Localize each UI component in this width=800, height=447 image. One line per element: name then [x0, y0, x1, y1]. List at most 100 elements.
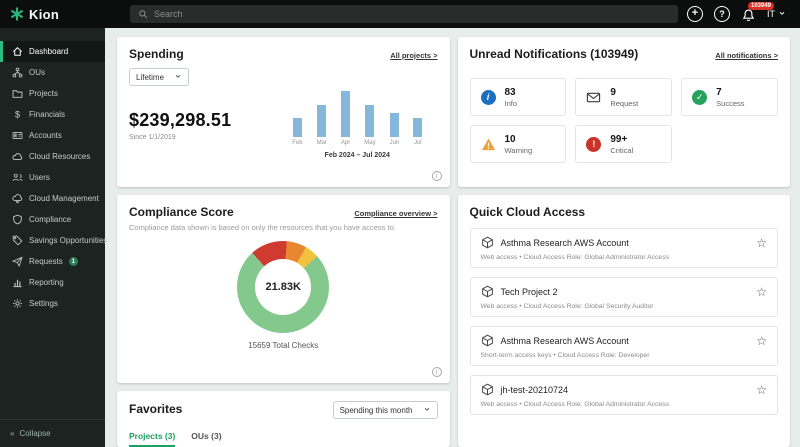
compliance-title: Compliance Score — [129, 205, 234, 219]
sidebar-item-label: Savings Opportunities — [29, 236, 108, 245]
sidebar-item-label: Reporting — [29, 278, 64, 287]
notif-box-warning[interactable]: 10 Warning — [469, 125, 567, 163]
notif-label: Critical — [610, 145, 634, 155]
svg-text:$: $ — [15, 110, 20, 120]
account-name: jh-test-20210724 — [500, 384, 569, 395]
notifications-title: Unread Notifications (103949) — [469, 47, 639, 61]
compliance-donut: 21.83K — [237, 241, 330, 333]
notif-count: 10 — [504, 133, 516, 145]
compliance-card: Compliance Score Compliance overview > C… — [117, 195, 450, 383]
notif-box-info[interactable]: i 83 Info — [469, 78, 567, 116]
sidebar-item-label: Settings — [29, 299, 58, 308]
spending-card: Spending All projects > Lifetime $239,29… — [117, 37, 450, 187]
search-bar[interactable] — [130, 5, 678, 23]
access-detail: Short-term access keys • Cloud Access Ro… — [480, 352, 650, 359]
star-icon[interactable]: ☆ — [756, 237, 767, 249]
topbar-actions: + ? 103949 IT — [687, 1, 800, 23]
brand-name: Kion — [29, 6, 60, 22]
star-icon[interactable]: ☆ — [756, 384, 767, 396]
sidebar-item-label: Projects — [29, 89, 58, 98]
info-icon[interactable]: i — [431, 171, 442, 181]
left-column: Spending All projects > Lifetime $239,29… — [117, 37, 450, 447]
cloud-access-item[interactable]: Asthma Research AWS Account ☆ Web access… — [469, 228, 778, 268]
bar-Feb — [292, 118, 302, 137]
spending-bar-chart: Feb Mar Apr May Jun Jul — [292, 90, 423, 146]
all-notifications-link[interactable]: All notifications > — [715, 51, 778, 60]
add-button[interactable]: + — [687, 6, 703, 22]
compliance-donut-value: 21.83K — [255, 259, 312, 315]
brand[interactable]: Kion — [0, 7, 105, 22]
collapse-icon: « — [10, 429, 15, 438]
sidebar-item-label: Financials — [29, 110, 66, 119]
requests-count-badge: 1 — [68, 257, 78, 266]
access-detail: Web access • Cloud Access Role: Global A… — [480, 254, 670, 261]
bar-month-label: May — [364, 140, 376, 146]
favorites-card: Favorites Spending this month Projects (… — [117, 391, 450, 447]
cloud-icon — [12, 151, 23, 162]
bar-May — [365, 105, 375, 137]
sidebar-item-users[interactable]: Users — [0, 167, 105, 188]
users-icon — [12, 172, 23, 183]
sidebar-item-projects[interactable]: Projects — [0, 83, 105, 104]
right-column: Unread Notifications (103949) All notifi… — [457, 37, 790, 447]
notif-label: Warning — [504, 145, 533, 155]
notif-count: 83 — [504, 86, 516, 98]
favorites-period-value: Spending this month — [339, 405, 413, 415]
notifications-button[interactable]: 103949 — [741, 1, 775, 23]
sidebar-item-cloud-resources[interactable]: Cloud Resources — [0, 146, 105, 167]
account-name: Tech Project 2 — [500, 286, 558, 297]
notif-count: 7 — [716, 86, 722, 98]
sidebar-item-cloud-management[interactable]: Cloud Management — [0, 188, 105, 209]
sidebar-item-financials[interactable]: $ Financials — [0, 104, 105, 125]
info-icon[interactable]: i — [431, 367, 442, 377]
quick-cloud-access-card: Quick Cloud Access Asthma Research AWS A… — [457, 195, 790, 447]
aws-icon — [481, 236, 494, 249]
notif-box-success[interactable]: ✓ 7 Success — [681, 78, 778, 116]
bar-Jul — [413, 118, 423, 137]
sidebar-item-accounts[interactable]: Accounts — [0, 125, 105, 146]
sidebar-item-compliance[interactable]: Compliance — [0, 209, 105, 230]
all-projects-link[interactable]: All projects > — [390, 51, 437, 60]
search-input[interactable] — [154, 9, 670, 19]
spending-title: Spending — [129, 47, 184, 61]
sidebar-item-savings-opportunities[interactable]: Savings Opportunities — [0, 230, 108, 251]
notif-box-request[interactable]: 9 Request — [575, 78, 673, 116]
access-detail: Web access • Cloud Access Role: Global S… — [480, 303, 654, 310]
tab-ous[interactable]: OUs (3) — [191, 431, 221, 447]
notif-count: 99+ — [610, 133, 628, 145]
success-check-icon: ✓ — [692, 89, 708, 105]
sidebar-item-reporting[interactable]: Reporting — [0, 272, 105, 293]
main-content: Spending All projects > Lifetime $239,29… — [105, 28, 800, 447]
spending-since: Since 1/1/2019 — [129, 134, 176, 141]
bar-Mar — [317, 105, 327, 137]
cloud-access-item[interactable]: Asthma Research AWS Account ☆ Short-term… — [469, 326, 778, 366]
cloud-access-item[interactable]: jh-test-20210724 ☆ Web access • Cloud Ac… — [469, 375, 778, 415]
shield-icon — [12, 214, 23, 225]
sidebar-item-requests[interactable]: Requests 1 — [0, 251, 105, 272]
sidebar-item-settings[interactable]: Settings — [0, 293, 105, 314]
sidebar-item-ous[interactable]: OUs — [0, 62, 105, 83]
org-icon — [12, 67, 23, 78]
critical-icon: ! — [586, 136, 602, 152]
info-icon: i — [480, 89, 496, 105]
favorites-period-select[interactable]: Spending this month — [332, 401, 438, 419]
sidebar-collapse-button[interactable]: « Collapse — [0, 419, 105, 447]
compliance-overview-link[interactable]: Compliance overview > — [354, 209, 437, 218]
tab-projects[interactable]: Projects (3) — [129, 431, 176, 447]
kion-logo-icon — [10, 7, 24, 21]
star-icon[interactable]: ☆ — [756, 286, 767, 298]
star-icon[interactable]: ☆ — [756, 335, 767, 347]
bar-month-label: Apr — [340, 140, 351, 146]
sidebar-item-dashboard[interactable]: Dashboard — [0, 41, 105, 62]
notif-box-critical[interactable]: ! 99+ Critical — [575, 125, 673, 163]
search-icon — [138, 9, 148, 19]
sidebar-item-label: Cloud Resources — [29, 152, 91, 161]
idcard-icon — [12, 130, 23, 141]
spending-amount: $239,298.51 — [129, 110, 232, 130]
cloud-access-item[interactable]: Tech Project 2 ☆ Web access • Cloud Acce… — [469, 277, 778, 317]
bar-month-label: Jun — [389, 140, 400, 146]
help-button[interactable]: ? — [714, 6, 730, 22]
collapse-label: Collapse — [19, 429, 51, 438]
user-menu[interactable]: IT — [767, 9, 786, 19]
spending-period-select[interactable]: Lifetime — [129, 68, 190, 86]
